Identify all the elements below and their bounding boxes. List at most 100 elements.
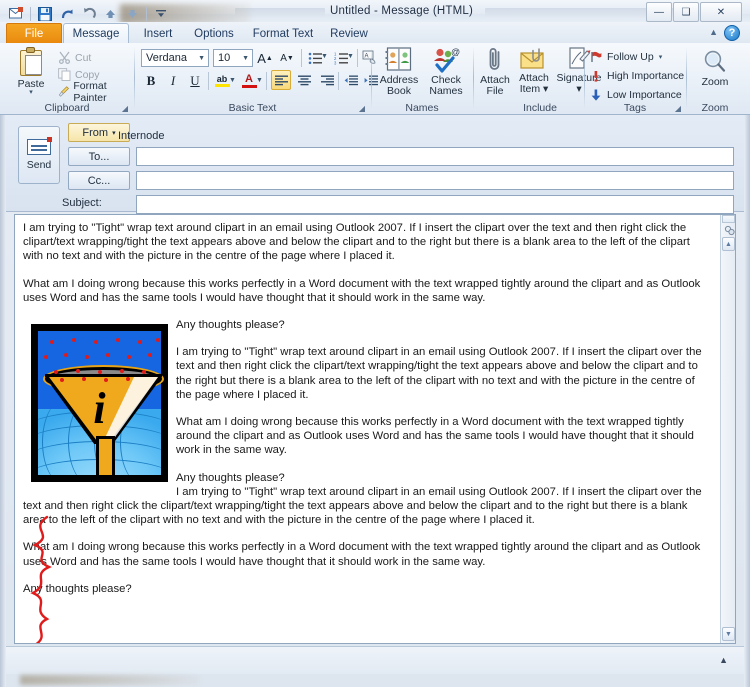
font-size-combo[interactable]: 10 ▼ bbox=[213, 49, 253, 67]
cc-button[interactable]: Cc... bbox=[68, 171, 130, 190]
italic-button[interactable]: I bbox=[163, 71, 183, 91]
address-book-button[interactable]: Address Book bbox=[375, 47, 423, 103]
format-painter-button[interactable]: Format Painter bbox=[58, 80, 134, 104]
bold-button[interactable]: B bbox=[141, 71, 161, 91]
to-button-label: To... bbox=[88, 150, 110, 163]
paintbrush-icon bbox=[58, 86, 69, 97]
clipart-image-information-funnel[interactable]: i bbox=[31, 324, 168, 483]
highlight-dropdown-arrow[interactable]: ▼ bbox=[229, 77, 236, 84]
scroll-down-arrow[interactable]: ▼ bbox=[722, 627, 735, 641]
from-dropdown-arrow: ▾ bbox=[112, 129, 116, 137]
select-browse-object-icon[interactable] bbox=[723, 224, 735, 236]
body-paragraph-7: I am trying to "Tight" wrap text around … bbox=[23, 485, 702, 527]
ribbon-group-zoom: Zoom Zoom bbox=[687, 43, 743, 115]
scroll-up-arrow[interactable]: ▲ bbox=[722, 237, 735, 251]
message-body-text[interactable]: I am trying to "Tight" wrap text around … bbox=[23, 221, 713, 609]
font-size-dropdown-arrow[interactable]: ▼ bbox=[242, 55, 249, 62]
tab-message[interactable]: Message bbox=[63, 23, 129, 44]
message-body-editor[interactable]: I am trying to "Tight" wrap text around … bbox=[14, 214, 736, 644]
align-right-button[interactable] bbox=[317, 70, 337, 90]
zoom-group-label: Zoom bbox=[701, 102, 729, 114]
high-importance-button[interactable]: High Importance bbox=[590, 68, 684, 84]
magnifier-icon bbox=[704, 50, 726, 72]
decrease-indent-button[interactable] bbox=[341, 70, 361, 90]
quick-access-toolbar bbox=[4, 3, 173, 24]
attach-file-button[interactable]: Attach File bbox=[474, 47, 516, 103]
zoom-button-label: Zoom bbox=[701, 76, 729, 88]
low-importance-label: Low Importance bbox=[607, 89, 682, 101]
to-button[interactable]: To... bbox=[68, 147, 130, 166]
ribbon: Paste ▾ Cut Copy Format Painter Clipboar… bbox=[0, 43, 750, 115]
send-button[interactable]: Send bbox=[18, 126, 60, 184]
shrink-font-button[interactable]: A ▼ bbox=[277, 48, 297, 68]
names-group-label: Names bbox=[405, 102, 439, 114]
format-painter-label: Format Painter bbox=[73, 79, 107, 104]
tab-options[interactable]: Options bbox=[185, 23, 243, 44]
tab-file[interactable]: File bbox=[6, 23, 62, 44]
font-color-dropdown-arrow[interactable]: ▼ bbox=[256, 77, 263, 84]
follow-up-label: Follow Up bbox=[607, 51, 654, 63]
align-center-button[interactable] bbox=[294, 70, 314, 90]
signature-dropdown-arrow[interactable]: ▾ bbox=[576, 84, 581, 95]
clipboard-icon bbox=[18, 47, 44, 77]
basic-text-separator-3 bbox=[208, 72, 209, 90]
grow-font-button[interactable]: A ▲ bbox=[255, 48, 275, 68]
close-button[interactable]: ✕ bbox=[700, 2, 742, 22]
tab-format-text[interactable]: Format Text bbox=[245, 23, 321, 44]
ribbon-tab-bar: File Message Insert Options Format Text … bbox=[0, 22, 750, 44]
bullets-dropdown-arrow[interactable]: ▼ bbox=[321, 53, 328, 60]
split-bar-handle[interactable] bbox=[722, 215, 735, 223]
underline-button[interactable]: U bbox=[185, 71, 205, 91]
undo-icon[interactable] bbox=[57, 4, 76, 23]
svg-text:@: @ bbox=[451, 47, 460, 57]
basic-text-dialog-launcher[interactable]: ◢ bbox=[359, 104, 365, 113]
low-importance-button[interactable]: Low Importance bbox=[590, 87, 682, 103]
follow-up-dropdown-arrow[interactable]: ▾ bbox=[659, 53, 663, 61]
attach-item-label-line2: Item ▾ bbox=[519, 83, 549, 95]
attach-item-button[interactable]: Attach Item ▾ bbox=[512, 47, 556, 103]
tab-review[interactable]: Review bbox=[323, 23, 375, 44]
ribbon-group-tags: Follow Up ▾ High Importance Low Importan… bbox=[585, 43, 685, 115]
from-account-value: Internode bbox=[118, 130, 165, 142]
taskbar-blur-overlay bbox=[20, 675, 200, 685]
clipboard-dialog-launcher[interactable]: ◢ bbox=[122, 104, 128, 113]
next-item-icon[interactable] bbox=[123, 4, 142, 23]
zoom-button[interactable]: Zoom bbox=[690, 49, 740, 105]
minimize-button[interactable]: — bbox=[646, 2, 672, 22]
help-icon[interactable]: ? bbox=[724, 25, 740, 41]
new-message-icon[interactable] bbox=[7, 4, 26, 23]
save-icon[interactable] bbox=[35, 4, 54, 23]
window-title: Untitled - Message (HTML) bbox=[330, 5, 474, 17]
follow-up-button[interactable]: Follow Up ▾ bbox=[590, 49, 662, 65]
from-button-label: From bbox=[82, 126, 109, 139]
cc-field[interactable] bbox=[136, 171, 734, 190]
paste-dropdown-arrow[interactable]: ▾ bbox=[29, 89, 33, 96]
font-name-dropdown-arrow[interactable]: ▼ bbox=[198, 55, 205, 62]
body-vertical-scrollbar[interactable]: ▲ ▼ bbox=[720, 215, 735, 643]
ribbon-group-basic-text: Verdana ▼ 10 ▼ A ▲ A ▼ ▼ 1 2 3 ▼ A B I U… bbox=[135, 43, 378, 115]
redo-icon[interactable] bbox=[79, 4, 98, 23]
align-left-button[interactable] bbox=[271, 70, 291, 90]
subject-label: Subject: bbox=[62, 197, 102, 209]
message-header: Send From ▾ To... Cc... bbox=[6, 116, 744, 214]
status-caret-icon[interactable]: ▲ bbox=[719, 655, 728, 665]
font-name-combo[interactable]: Verdana ▼ bbox=[141, 49, 209, 67]
font-name-value: Verdana bbox=[146, 52, 187, 64]
ribbon-group-clipboard: Paste ▾ Cut Copy Format Painter Clipboar… bbox=[0, 43, 134, 115]
customize-qat-icon[interactable] bbox=[151, 4, 170, 23]
numbering-dropdown-arrow[interactable]: ▼ bbox=[347, 53, 354, 60]
tags-dialog-launcher[interactable]: ◢ bbox=[675, 104, 681, 113]
check-names-button[interactable]: @ Check Names bbox=[422, 47, 470, 103]
tab-insert[interactable]: Insert bbox=[133, 23, 183, 44]
previous-item-icon[interactable] bbox=[101, 4, 120, 23]
ribbon-group-include: Attach File Attach Item ▾ Signature ▾ In… bbox=[474, 43, 601, 115]
body-paragraph-1: I am trying to "Tight" wrap text around … bbox=[23, 222, 690, 263]
restore-button[interactable]: ❑ bbox=[673, 2, 699, 22]
collapse-ribbon-icon[interactable]: ▲ bbox=[709, 27, 718, 37]
send-button-label: Send bbox=[26, 159, 52, 171]
to-field[interactable] bbox=[136, 147, 734, 166]
attach-item-icon bbox=[520, 48, 544, 69]
subject-field[interactable] bbox=[136, 195, 734, 214]
paste-button[interactable]: Paste ▾ bbox=[8, 47, 54, 101]
cut-button[interactable]: Cut bbox=[58, 49, 134, 66]
